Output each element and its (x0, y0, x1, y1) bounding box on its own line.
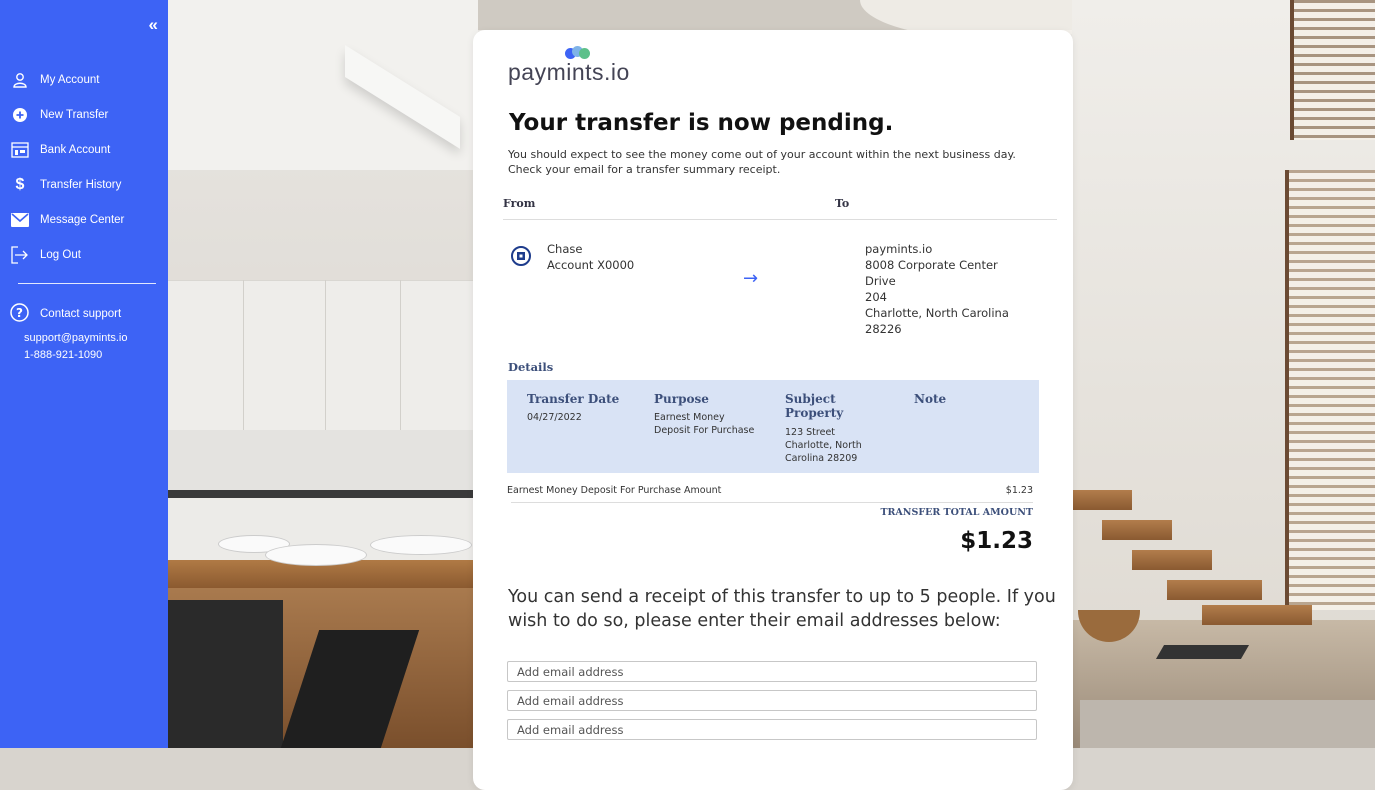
from-bank-name: Chase (547, 242, 583, 256)
details-header: Details (508, 360, 554, 374)
sidebar-divider (18, 283, 156, 284)
sidebar-item-label: My Account (40, 73, 100, 86)
contact-support-label: Contact support (40, 308, 122, 320)
arrow-right-icon: → (743, 268, 759, 289)
page-title: Your transfer is now pending. (509, 110, 894, 136)
divider (511, 502, 1033, 503)
details-panel: Transfer Date 04/27/2022 Purpose Earnest… (507, 380, 1039, 473)
bank-icon (10, 141, 30, 159)
sidebar-item-message-center[interactable]: Message Center (10, 202, 124, 237)
amount-value: $1.23 (1005, 485, 1033, 496)
logout-icon (10, 245, 30, 264)
logo-text: paymints.io (508, 59, 630, 85)
subject-property-line: Carolina 28209 (785, 453, 858, 464)
purpose-value-line: Deposit For Purchase (654, 425, 755, 436)
sidebar-item-label: Transfer History (40, 178, 122, 191)
total-label: TRANSFER TOTAL AMOUNT (880, 507, 1033, 518)
plus-circle-icon (10, 106, 30, 124)
to-header: To (835, 197, 850, 210)
sidebar-nav: My Account New Transfer Bank Account $ T… (10, 62, 124, 272)
divider (503, 219, 1057, 220)
sidebar-item-new-transfer[interactable]: New Transfer (10, 97, 124, 132)
user-icon (10, 71, 30, 89)
sidebar-item-label: Log Out (40, 248, 81, 261)
to-line: Drive (865, 274, 896, 288)
to-line: 28226 (865, 322, 902, 336)
sidebar-item-my-account[interactable]: My Account (10, 62, 124, 97)
transfer-date-value: 04/27/2022 (527, 412, 582, 423)
contact-support-link[interactable]: ? Contact support (10, 302, 128, 326)
transfer-confirmation-card: paymints.io Your transfer is now pending… (473, 30, 1073, 790)
from-account: Account X0000 (547, 258, 635, 272)
email-input-2[interactable] (507, 690, 1037, 711)
email-input-1[interactable] (507, 661, 1037, 682)
transfer-date-label: Transfer Date (527, 392, 620, 406)
sidebar-item-label: Bank Account (40, 143, 111, 156)
dollar-icon: $ (15, 175, 25, 193)
to-line: Charlotte, North Carolina (865, 306, 1009, 320)
support-email[interactable]: support@paymints.io (24, 332, 128, 349)
total-value: $1.23 (960, 528, 1033, 554)
amount-row: Earnest Money Deposit For Purchase Amoun… (507, 485, 1033, 496)
support-phone[interactable]: 1-888-921-1090 (24, 349, 128, 366)
svg-text:?: ? (16, 306, 23, 320)
sidebar-item-transfer-history[interactable]: $ Transfer History (10, 167, 124, 202)
email-input-3[interactable] (507, 719, 1037, 740)
purpose-value-line: Earnest Money (654, 412, 725, 423)
amount-label: Earnest Money Deposit For Purchase Amoun… (507, 485, 722, 496)
sidebar: « My Account New Transfer Bank Account $… (0, 0, 168, 748)
note-label: Note (914, 392, 947, 406)
sidebar-item-label: New Transfer (40, 108, 109, 121)
to-line: 8008 Corporate Center (865, 258, 998, 272)
sidebar-item-bank-account[interactable]: Bank Account (10, 132, 124, 167)
sidebar-item-log-out[interactable]: Log Out (10, 237, 124, 272)
to-line: 204 (865, 290, 887, 304)
from-header: From (503, 197, 536, 210)
subject-property-line: Charlotte, North (785, 440, 862, 451)
chase-bank-icon (511, 246, 531, 266)
receipt-instructions: You can send a receipt of this transfer … (508, 587, 1056, 631)
subject-property-label-line: Property (785, 406, 844, 420)
purpose-label: Purpose (654, 392, 709, 406)
pending-description: You should expect to see the money come … (508, 148, 1016, 176)
mail-icon (10, 211, 30, 229)
question-circle-icon: ? (10, 303, 30, 325)
sidebar-item-label: Message Center (40, 213, 125, 226)
to-line: paymints.io (865, 242, 933, 256)
collapse-sidebar-button[interactable]: « (149, 15, 158, 35)
support-section: ? Contact support support@paymints.io 1-… (10, 302, 128, 366)
subject-property-line: 123 Street (785, 427, 836, 438)
subject-property-label-line: Subject (785, 392, 836, 406)
